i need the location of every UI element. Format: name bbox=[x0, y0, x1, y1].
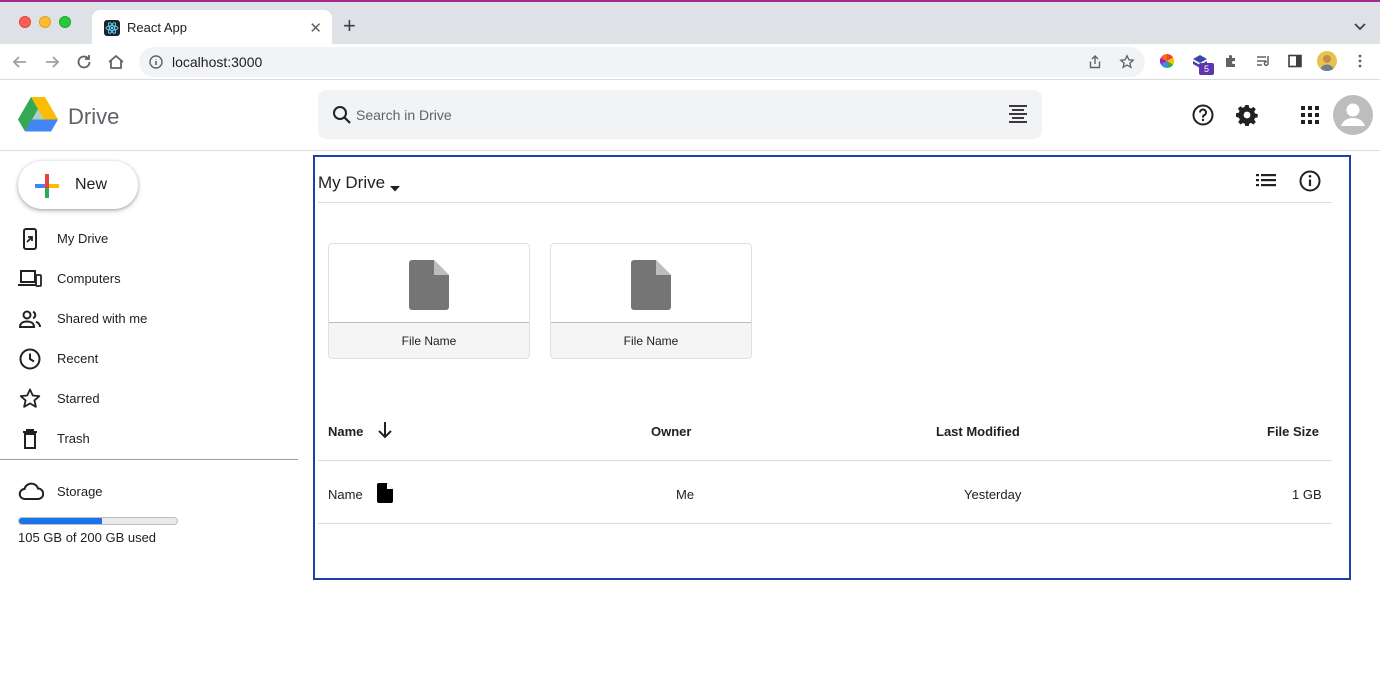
file-icon bbox=[377, 483, 393, 508]
bookmark-star-icon[interactable] bbox=[1119, 54, 1135, 75]
forward-arrow-icon[interactable] bbox=[42, 52, 62, 72]
storage-usage-text: 105 GB of 200 GB used bbox=[18, 530, 157, 545]
search-options-icon[interactable] bbox=[1008, 104, 1028, 129]
row-file-size: 1 GB bbox=[1292, 487, 1322, 502]
computers-icon bbox=[18, 267, 42, 296]
column-header-owner[interactable]: Owner bbox=[651, 424, 691, 439]
column-header-file-size[interactable]: File Size bbox=[1267, 424, 1319, 439]
search-icon[interactable] bbox=[332, 105, 352, 130]
app-name[interactable]: Drive bbox=[68, 104, 119, 130]
search-bar[interactable] bbox=[318, 90, 1042, 139]
sidebar-item-computers[interactable]: Computers bbox=[0, 259, 298, 299]
address-bar[interactable]: localhost:3000 bbox=[139, 47, 1145, 77]
cloud-icon bbox=[18, 482, 45, 507]
color-wheel-extension-icon[interactable] bbox=[1159, 53, 1175, 74]
sidebar-item-my-drive[interactable]: My Drive bbox=[0, 219, 298, 259]
browser-tab[interactable]: React App ✕ bbox=[92, 10, 332, 46]
file-card-footer: File Name bbox=[329, 322, 529, 358]
tab-title: React App bbox=[127, 20, 187, 35]
reading-list-icon[interactable] bbox=[1255, 53, 1271, 74]
new-tab-button[interactable]: + bbox=[343, 15, 356, 37]
caret-down-icon[interactable] bbox=[389, 179, 401, 197]
browser-tab-strip: React App ✕ + bbox=[0, 0, 1380, 46]
sort-arrow-down-icon[interactable] bbox=[377, 421, 393, 444]
row-owner: Me bbox=[676, 487, 695, 502]
share-icon[interactable] bbox=[1087, 54, 1103, 75]
shared-icon bbox=[18, 307, 42, 336]
sidebar-item-shared-with-me[interactable]: Shared with me bbox=[0, 299, 298, 339]
browser-menu-icon[interactable] bbox=[1352, 53, 1368, 74]
apps-grid-icon[interactable] bbox=[1301, 106, 1319, 129]
browser-toolbar: localhost:3000 bbox=[0, 44, 1380, 80]
sidebar-item-label: Shared with me bbox=[57, 311, 148, 326]
account-avatar[interactable] bbox=[1333, 95, 1373, 135]
close-window-button[interactable] bbox=[19, 16, 31, 28]
file-icon bbox=[409, 260, 449, 315]
storage-progress-bar bbox=[18, 517, 178, 525]
table-header-divider bbox=[318, 460, 1332, 461]
storage-label[interactable]: Storage bbox=[57, 484, 103, 499]
sidebar-item-starred[interactable]: Starred bbox=[0, 379, 298, 419]
sidebar-item-recent[interactable]: Recent bbox=[0, 339, 298, 379]
sidebar-item-label: Trash bbox=[57, 431, 90, 446]
row-name[interactable]: Name bbox=[328, 487, 363, 502]
my-drive-icon bbox=[18, 227, 42, 256]
sidebar-item-label: Recent bbox=[57, 351, 99, 366]
storage-progress-fill bbox=[19, 518, 102, 524]
trash-icon bbox=[18, 427, 42, 456]
react-favicon-icon bbox=[104, 20, 120, 36]
site-info-icon[interactable] bbox=[149, 55, 163, 74]
clock-icon bbox=[18, 347, 42, 376]
extension-badge: 5 bbox=[1199, 63, 1214, 75]
tab-search-chevron-icon[interactable] bbox=[1354, 18, 1366, 36]
star-icon bbox=[18, 387, 42, 416]
settings-gear-icon[interactable] bbox=[1236, 104, 1258, 131]
file-card-footer: File Name bbox=[551, 322, 751, 358]
reload-icon[interactable] bbox=[74, 52, 94, 72]
title-divider bbox=[318, 202, 1332, 203]
file-card-name: File Name bbox=[401, 334, 457, 348]
sidebar-item-label: Starred bbox=[57, 391, 100, 406]
drive-logo-icon[interactable] bbox=[18, 97, 58, 137]
tab-close-icon[interactable]: ✕ bbox=[309, 19, 322, 37]
new-button[interactable]: New bbox=[18, 161, 138, 209]
info-icon[interactable] bbox=[1299, 170, 1321, 197]
file-card[interactable]: File Name bbox=[328, 243, 530, 359]
app-header: Drive bbox=[0, 80, 1380, 151]
sidebar-item-trash[interactable]: Trash bbox=[0, 419, 298, 459]
minimize-window-button[interactable] bbox=[39, 16, 51, 28]
home-icon[interactable] bbox=[106, 52, 126, 72]
extensions-puzzle-icon[interactable] bbox=[1223, 53, 1239, 74]
back-arrow-icon[interactable] bbox=[10, 52, 30, 72]
file-card[interactable]: File Name bbox=[550, 243, 752, 359]
sidebar-divider bbox=[0, 459, 298, 460]
new-button-label: New bbox=[75, 176, 108, 193]
help-icon[interactable] bbox=[1192, 104, 1214, 131]
file-icon bbox=[631, 260, 671, 315]
file-card-name: File Name bbox=[623, 334, 679, 348]
column-header-last-modified[interactable]: Last Modified bbox=[936, 424, 1020, 439]
sidebar-item-label: Computers bbox=[57, 271, 121, 286]
row-last-modified: Yesterday bbox=[964, 487, 1022, 502]
column-header-name[interactable]: Name bbox=[328, 424, 363, 439]
url-text[interactable]: localhost:3000 bbox=[172, 54, 262, 70]
maximize-window-button[interactable] bbox=[59, 16, 71, 28]
main-content: My Drive File Name File Name Name Owner … bbox=[313, 155, 1351, 580]
side-panel-icon[interactable] bbox=[1287, 53, 1303, 74]
sidebar-item-label: My Drive bbox=[57, 231, 109, 246]
page-title[interactable]: My Drive bbox=[318, 173, 385, 193]
search-input[interactable] bbox=[356, 103, 956, 127]
browser-profile-avatar[interactable] bbox=[1317, 51, 1337, 71]
table-row-divider bbox=[318, 523, 1332, 524]
plus-icon bbox=[34, 173, 60, 204]
list-view-icon[interactable] bbox=[1256, 172, 1276, 193]
